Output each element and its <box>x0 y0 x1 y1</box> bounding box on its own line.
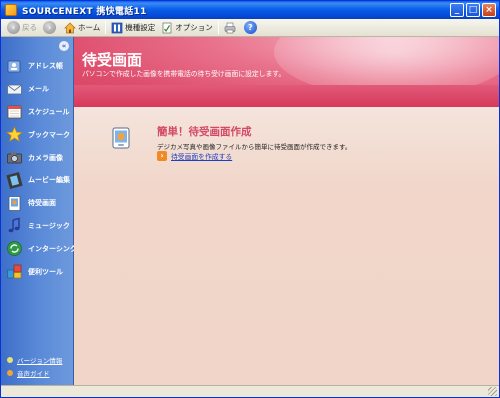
page-header-banner: 待受画面 パソコンで作成した画像を携帯電話の待ち受け画面に設定します。 <box>74 37 499 107</box>
voice-guide-bullet-icon <box>7 369 13 376</box>
version-info-label: バージョン情報 <box>17 356 63 365</box>
minimize-icon: _ <box>454 5 460 15</box>
camera-icon <box>7 152 22 164</box>
status-bar <box>1 385 499 397</box>
sidebar-item-wallpaper[interactable]: 待受画面 <box>1 192 73 215</box>
collapse-sidebar-button[interactable]: « <box>59 41 69 51</box>
sidebar-item-label: ブックマーク <box>28 130 70 139</box>
toolbar: ‹ 戻る › ホーム 機種設定 オプション ? <box>1 19 499 37</box>
sidebar-links: バージョン情報 音声ガイド <box>7 353 62 379</box>
sidebar-item-address-book[interactable]: アドレス帳 <box>1 55 73 78</box>
printer-icon <box>224 22 236 33</box>
sidebar-item-intersync[interactable]: インターシンク <box>1 237 77 260</box>
forward-arrow-icon: › <box>43 21 56 34</box>
maximize-button[interactable]: □ <box>466 3 480 17</box>
model-settings-label: 機種設定 <box>125 23 156 32</box>
toolbar-divider <box>105 21 107 34</box>
help-button[interactable]: ? <box>241 20 262 36</box>
back-label: 戻る <box>22 23 37 32</box>
home-icon <box>64 22 76 33</box>
page-subtitle: パソコンで作成した画像を携帯電話の待ち受け画面に設定します。 <box>82 70 286 78</box>
sidebar-item-tools[interactable]: 便利ツール <box>1 260 73 283</box>
tools-icon <box>7 264 22 279</box>
version-info-link[interactable]: バージョン情報 <box>7 353 62 366</box>
maximize-icon: □ <box>468 5 478 15</box>
back-button[interactable]: ‹ 戻る <box>4 20 40 36</box>
feature-description: デジカメ写真や画像ファイルから簡単に待受画面が作成できます。 <box>157 143 352 151</box>
sidebar-item-schedule[interactable]: スケジュール <box>1 101 73 124</box>
sidebar-item-label: スケジュール <box>28 107 70 116</box>
feature-title: 簡単！待受画面作成 <box>157 126 252 138</box>
sidebar-item-bookmark[interactable]: ブックマーク <box>1 123 73 146</box>
wallpaper-create-icon <box>112 127 130 149</box>
music-note-icon <box>8 218 20 233</box>
window-title: SOURCENEXT 携快電話11 <box>22 6 147 17</box>
title-bar[interactable]: SOURCENEXT 携快電話11 _ □ × <box>1 1 499 19</box>
toolbar-divider <box>217 21 219 34</box>
create-wallpaper-link[interactable]: › 待受画面を作成する <box>157 151 232 161</box>
film-icon <box>6 171 23 189</box>
sidebar-item-label: カメラ画像 <box>28 153 63 162</box>
sidebar-nav: アドレス帳 メール スケジュール ブックマーク カメラ画像 ムービー編集 待受画… <box>1 55 77 283</box>
options-button[interactable]: オプション <box>158 20 216 36</box>
sidebar-item-label: ミュージック <box>28 221 70 230</box>
main-panel: 待受画面 パソコンで作成した画像を携帯電話の待ち受け画面に設定します。 簡単！待… <box>74 37 499 385</box>
arrow-right-icon: › <box>157 151 167 161</box>
mail-icon <box>7 84 22 95</box>
voice-guide-label: 音声ガイド <box>17 369 50 378</box>
home-button[interactable]: ホーム <box>61 20 103 36</box>
sidebar-item-camera-images[interactable]: カメラ画像 <box>1 146 73 169</box>
wallpaper-icon <box>8 195 21 211</box>
back-arrow-icon: ‹ <box>7 21 20 34</box>
sidebar-item-label: インターシンク <box>28 244 77 253</box>
forward-button[interactable]: › <box>40 20 61 36</box>
options-document-icon <box>162 22 172 33</box>
page-title: 待受画面 <box>82 51 143 69</box>
resize-grip[interactable] <box>488 387 497 396</box>
close-icon: × <box>485 5 493 15</box>
create-wallpaper-label: 待受画面を作成する <box>171 153 233 161</box>
help-icon: ? <box>243 21 257 34</box>
app-icon <box>5 4 17 16</box>
banner-band <box>74 85 499 107</box>
sidebar-item-label: 待受画面 <box>28 199 56 208</box>
window-controls: _ □ × <box>450 3 496 17</box>
address-book-icon <box>7 60 21 73</box>
calendar-icon <box>7 106 22 119</box>
sidebar-item-label: メール <box>28 85 49 94</box>
minimize-button[interactable]: _ <box>450 3 464 17</box>
model-settings-button[interactable]: 機種設定 <box>108 20 158 36</box>
voice-guide-link[interactable]: 音声ガイド <box>7 366 62 379</box>
content-area: 簡単！待受画面作成 デジカメ写真や画像ファイルから簡単に待受画面が作成できます。… <box>74 107 499 385</box>
star-icon <box>6 126 23 143</box>
sidebar: « アドレス帳 メール スケジュール ブックマーク カメラ画像 ムービー編集 待… <box>1 37 77 385</box>
sidebar-item-label: ムービー編集 <box>28 176 70 185</box>
sync-icon <box>7 241 22 257</box>
close-button[interactable]: × <box>482 3 496 17</box>
home-label: ホーム <box>78 23 101 32</box>
sidebar-item-label: アドレス帳 <box>28 62 63 71</box>
options-label: オプション <box>175 23 213 32</box>
sidebar-item-mail[interactable]: メール <box>1 78 73 101</box>
sidebar-item-movie-edit[interactable]: ムービー編集 <box>1 169 73 192</box>
version-info-bullet-icon <box>7 356 13 363</box>
sidebar-item-label: 便利ツール <box>28 267 63 276</box>
phone-settings-icon <box>111 22 123 33</box>
app-window: SOURCENEXT 携快電話11 _ □ × ‹ 戻る › ホーム 機種設定 … <box>0 0 500 398</box>
print-button[interactable] <box>221 20 241 36</box>
sidebar-item-music[interactable]: ミュージック <box>1 215 73 238</box>
